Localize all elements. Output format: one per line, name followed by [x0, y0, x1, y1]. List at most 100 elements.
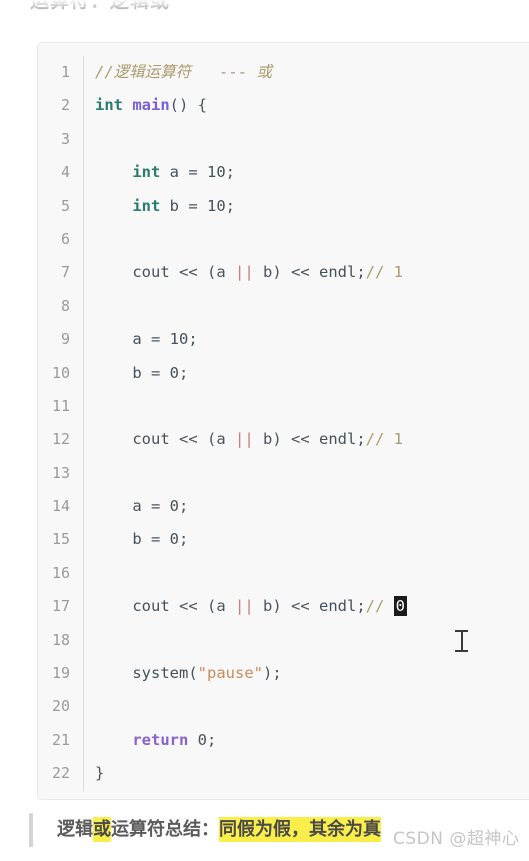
code-line-text[interactable]: cout << (a || b) << endl;// 1: [84, 256, 529, 289]
token-number: 0: [169, 530, 180, 549]
token-operator: <<: [179, 430, 207, 449]
code-line[interactable]: 19 system("pause");: [38, 657, 529, 691]
selected-text[interactable]: 0: [393, 596, 408, 617]
page-title: 运算符：逻辑或: [30, 0, 171, 12]
line-number: 5: [60, 196, 70, 215]
token-punctuation: ;: [225, 196, 236, 215]
token-comment: // 1: [365, 430, 403, 449]
code-block[interactable]: 1 //逻辑运算符 --- 或 2 int main() { 3 4 int a…: [37, 42, 529, 800]
token-identifier: endl;: [319, 263, 366, 282]
code-line-text[interactable]: system("pause");: [84, 657, 529, 690]
token-number: 10: [207, 163, 226, 182]
token-comment: //逻辑运算符 --- 或: [95, 63, 272, 81]
token-punctuation: (: [188, 664, 198, 683]
token-punctuation: b): [253, 263, 291, 282]
token-identifier: endl;: [319, 430, 366, 449]
line-number: 6: [60, 229, 70, 248]
code-line-text[interactable]: b = 0;: [84, 523, 529, 556]
line-number: 17: [51, 597, 70, 616]
line-number: 16: [51, 563, 70, 582]
code-line-text[interactable]: int b = 10;: [84, 190, 529, 223]
code-line[interactable]: 13: [38, 456, 529, 491]
gutter-separator: [83, 456, 84, 491]
code-line-text[interactable]: return 0;: [84, 724, 529, 757]
line-number: 18: [51, 630, 70, 649]
code-line-text[interactable]: int a = 10;: [84, 156, 529, 189]
token-number: 0: [169, 363, 180, 382]
token-punctuation: (a: [207, 597, 235, 616]
code-line[interactable]: 21 return 0;: [38, 723, 529, 758]
token-punctuation: ;: [225, 163, 236, 182]
code-line[interactable]: 8: [38, 289, 529, 324]
code-line-text[interactable]: }: [84, 757, 529, 790]
token-punctuation: ;: [179, 497, 189, 516]
token-operator: =: [188, 163, 207, 182]
code-line[interactable]: 2 int main() {: [38, 89, 529, 123]
code-line[interactable]: 4 int a = 10;: [38, 156, 529, 190]
code-line[interactable]: 17 cout << (a || b) << endl;// 0: [38, 590, 529, 624]
code-line[interactable]: 18: [38, 623, 529, 658]
token-identifier: a: [132, 497, 151, 516]
token-punctuation: () {: [169, 96, 207, 115]
line-number: 8: [60, 296, 70, 315]
code-line-text[interactable]: a = 10;: [84, 323, 529, 356]
token-operator: <<: [291, 597, 319, 616]
code-line[interactable]: 3: [38, 122, 529, 157]
token-identifier: b: [132, 530, 151, 549]
token-punctuation: (a: [207, 263, 235, 282]
token-punctuation: b): [253, 430, 291, 449]
code-line-text[interactable]: cout << (a || b) << endl;// 1: [84, 423, 529, 456]
code-line[interactable]: 22 }: [38, 757, 529, 791]
code-line[interactable]: 16: [38, 556, 529, 591]
token-number: 0: [188, 730, 207, 749]
token-logical-or: ||: [235, 597, 254, 616]
summary-highlight-word: 或: [93, 817, 111, 842]
line-number: 14: [51, 497, 70, 516]
code-line-text[interactable]: int main() {: [84, 89, 529, 122]
token-operator: =: [188, 196, 207, 215]
token-logical-or: ||: [235, 263, 254, 282]
code-line-text[interactable]: cout << (a || b) << endl;// 0: [84, 590, 529, 623]
token-punctuation: b): [253, 597, 291, 616]
line-number: 4: [60, 163, 70, 182]
token-brace: }: [95, 764, 105, 783]
line-number: 2: [60, 96, 70, 115]
code-line[interactable]: 7 cout << (a || b) << endl;// 1: [38, 256, 529, 290]
code-line[interactable]: 5 int b = 10;: [38, 189, 529, 223]
token-punctuation: ;: [179, 363, 189, 382]
code-line[interactable]: 10 b = 0;: [38, 356, 529, 390]
code-line[interactable]: 15 b = 0;: [38, 523, 529, 557]
token-comment: //: [365, 597, 394, 616]
code-line[interactable]: 12 cout << (a || b) << endl;// 1: [38, 423, 529, 457]
summary-highlight-conclusion: 同假为假，其余为真: [219, 817, 381, 842]
token-operator: <<: [179, 597, 207, 616]
token-punctuation: ;: [207, 730, 217, 749]
code-line-text[interactable]: a = 0;: [84, 490, 529, 523]
gutter-separator: [83, 389, 84, 424]
code-line[interactable]: 1 //逻辑运算符 --- 或: [38, 56, 529, 90]
gutter-separator: [83, 289, 84, 324]
token-return-keyword: return: [132, 730, 189, 749]
code-line-text[interactable]: //逻辑运算符 --- 或: [84, 56, 529, 89]
gutter-separator: [83, 690, 84, 724]
code-line[interactable]: 14 a = 0;: [38, 490, 529, 524]
token-identifier: cout: [132, 597, 179, 616]
line-number: 19: [51, 664, 70, 683]
gutter-separator: [83, 556, 84, 591]
line-number: 13: [51, 463, 70, 482]
code-line[interactable]: 6: [38, 222, 529, 257]
token-identifier: cout: [132, 430, 179, 449]
token-identifier: endl;: [319, 597, 366, 616]
token-punctuation: ;: [179, 530, 189, 549]
code-line[interactable]: 9 a = 10;: [38, 323, 529, 357]
summary-prefix: 逻辑: [57, 819, 93, 840]
token-operator: =: [151, 330, 170, 349]
code-line[interactable]: 11: [38, 389, 529, 424]
token-keyword: int: [132, 163, 161, 182]
token-identifier: b: [160, 196, 189, 215]
token-operator: =: [151, 497, 170, 516]
gutter-separator: [83, 623, 84, 658]
code-line[interactable]: 20: [38, 690, 529, 724]
token-comment: // 1: [365, 263, 403, 282]
code-line-text[interactable]: b = 0;: [84, 357, 529, 390]
